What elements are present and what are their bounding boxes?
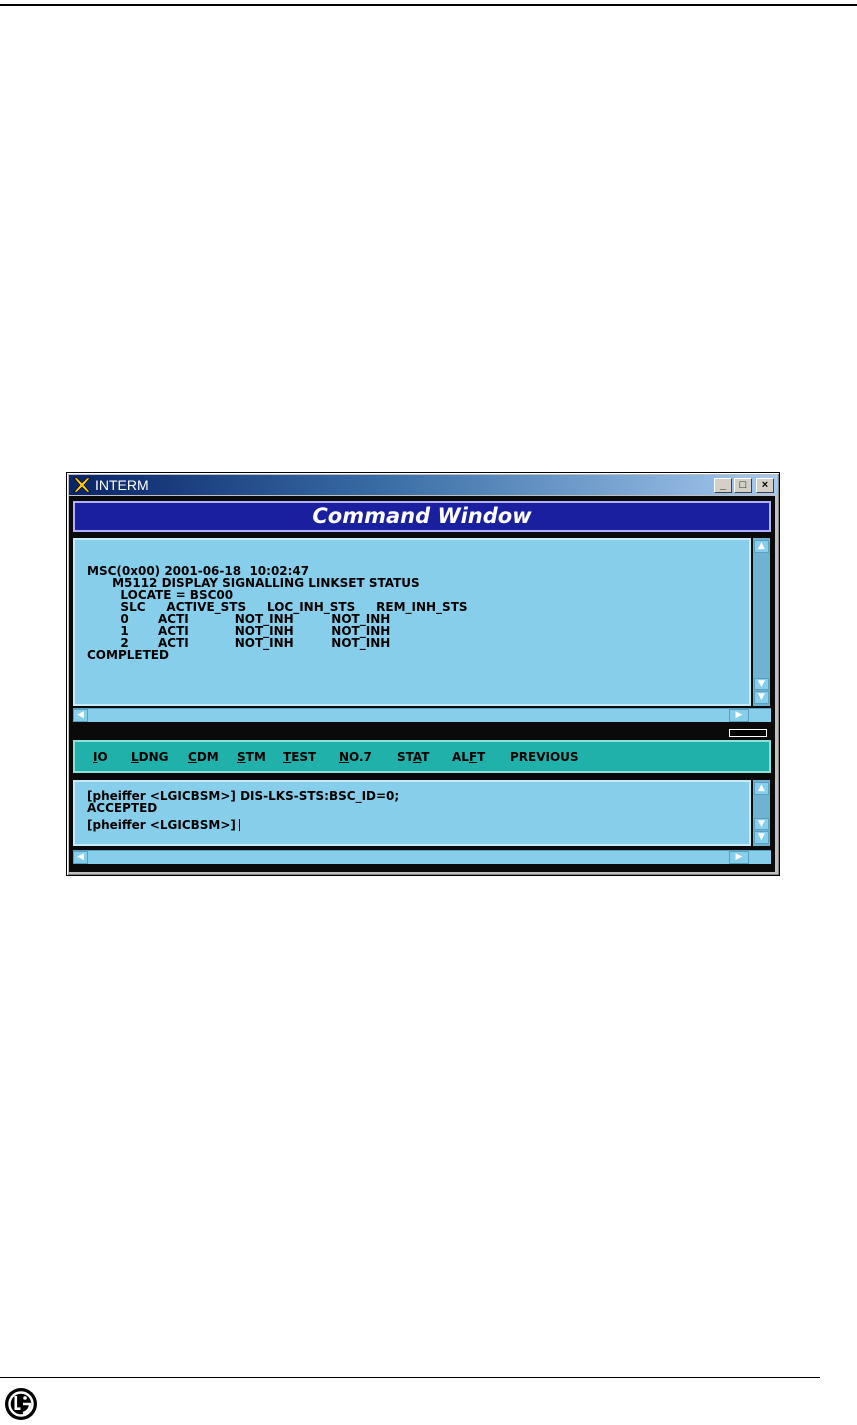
output-text: MSC(0x00) 2001-06-18 10:02:47 M5112 DISP… xyxy=(87,565,468,661)
input-line-prompt: [pheiffer <LGICBSM>] xyxy=(87,818,236,832)
menu-item-alft[interactable]: ALFT xyxy=(452,749,485,765)
output-vertical-scrollbar[interactable]: ▲ ▼ ▼ xyxy=(753,538,770,706)
input-scroll-bottom-arrow-icon[interactable]: ▼ xyxy=(754,818,769,830)
maximize-button[interactable]: □ xyxy=(734,478,752,493)
output-line: COMPLETED xyxy=(87,648,169,662)
scroll-bottom-arrow-icon[interactable]: ▼ xyxy=(754,678,769,690)
window-title: INTERM xyxy=(95,477,149,493)
command-menu-bar: IO LDNG CDM STM TEST NO.7 STAT ALFT PREV… xyxy=(73,740,771,773)
input-vertical-scrollbar[interactable]: ▲ ▼ ▼ xyxy=(753,780,770,846)
menu-item-cdm[interactable]: CDM xyxy=(188,749,219,765)
menu-item-previous[interactable]: PREVIOUS xyxy=(510,749,579,765)
scroll-down-arrow-icon[interactable]: ▼ xyxy=(754,691,769,704)
scroll-right-arrow-icon[interactable]: ▶ xyxy=(729,709,749,722)
input-horizontal-scrollbar[interactable]: ◀ ▶ xyxy=(73,850,771,864)
lg-logo-icon xyxy=(5,1388,37,1420)
text-cursor-icon xyxy=(238,819,246,831)
input-line-status: ACCEPTED xyxy=(87,801,158,815)
minimize-button[interactable]: _ xyxy=(714,478,732,493)
pane-splitter-handle[interactable] xyxy=(729,729,767,737)
output-pane[interactable]: MSC(0x00) 2001-06-18 10:02:47 M5112 DISP… xyxy=(73,538,751,706)
command-window-title: Command Window xyxy=(312,504,532,528)
menu-item-stat[interactable]: STAT xyxy=(397,749,429,765)
x-icon xyxy=(73,477,91,493)
page-bottom-rule xyxy=(0,1377,820,1378)
scroll-left-arrow-icon[interactable]: ◀ xyxy=(73,709,88,722)
input-text: [pheiffer <LGICBSM>] DIS-LKS-STS:BSC_ID=… xyxy=(87,790,399,833)
input-pane[interactable]: [pheiffer <LGICBSM>] DIS-LKS-STS:BSC_ID=… xyxy=(73,780,751,846)
menu-item-io[interactable]: IO xyxy=(93,749,108,765)
scroll-up-arrow-icon[interactable]: ▲ xyxy=(754,540,769,553)
command-window-header: Command Window xyxy=(73,501,771,532)
interm-window: INTERM _ □ × Command Window MSC(0x00) 20… xyxy=(66,472,780,876)
interm-client-area: Command Window MSC(0x00) 2001-06-18 10:0… xyxy=(69,496,775,872)
menu-item-test[interactable]: TEST xyxy=(283,749,316,765)
input-scroll-down-arrow-icon[interactable]: ▼ xyxy=(754,831,769,844)
menu-item-ldng[interactable]: LDNG xyxy=(131,749,169,765)
input-scroll-left-arrow-icon[interactable]: ◀ xyxy=(73,851,88,864)
window-titlebar[interactable]: INTERM _ □ × xyxy=(69,475,777,495)
page-top-rule xyxy=(0,4,857,6)
input-scroll-right-arrow-icon[interactable]: ▶ xyxy=(729,851,749,864)
output-horizontal-scrollbar[interactable]: ◀ ▶ xyxy=(73,708,771,722)
menu-item-stm[interactable]: STM xyxy=(237,749,266,765)
close-button[interactable]: × xyxy=(756,478,774,493)
menu-item-no7[interactable]: NO.7 xyxy=(339,749,372,765)
input-scroll-up-arrow-icon[interactable]: ▲ xyxy=(754,782,769,795)
